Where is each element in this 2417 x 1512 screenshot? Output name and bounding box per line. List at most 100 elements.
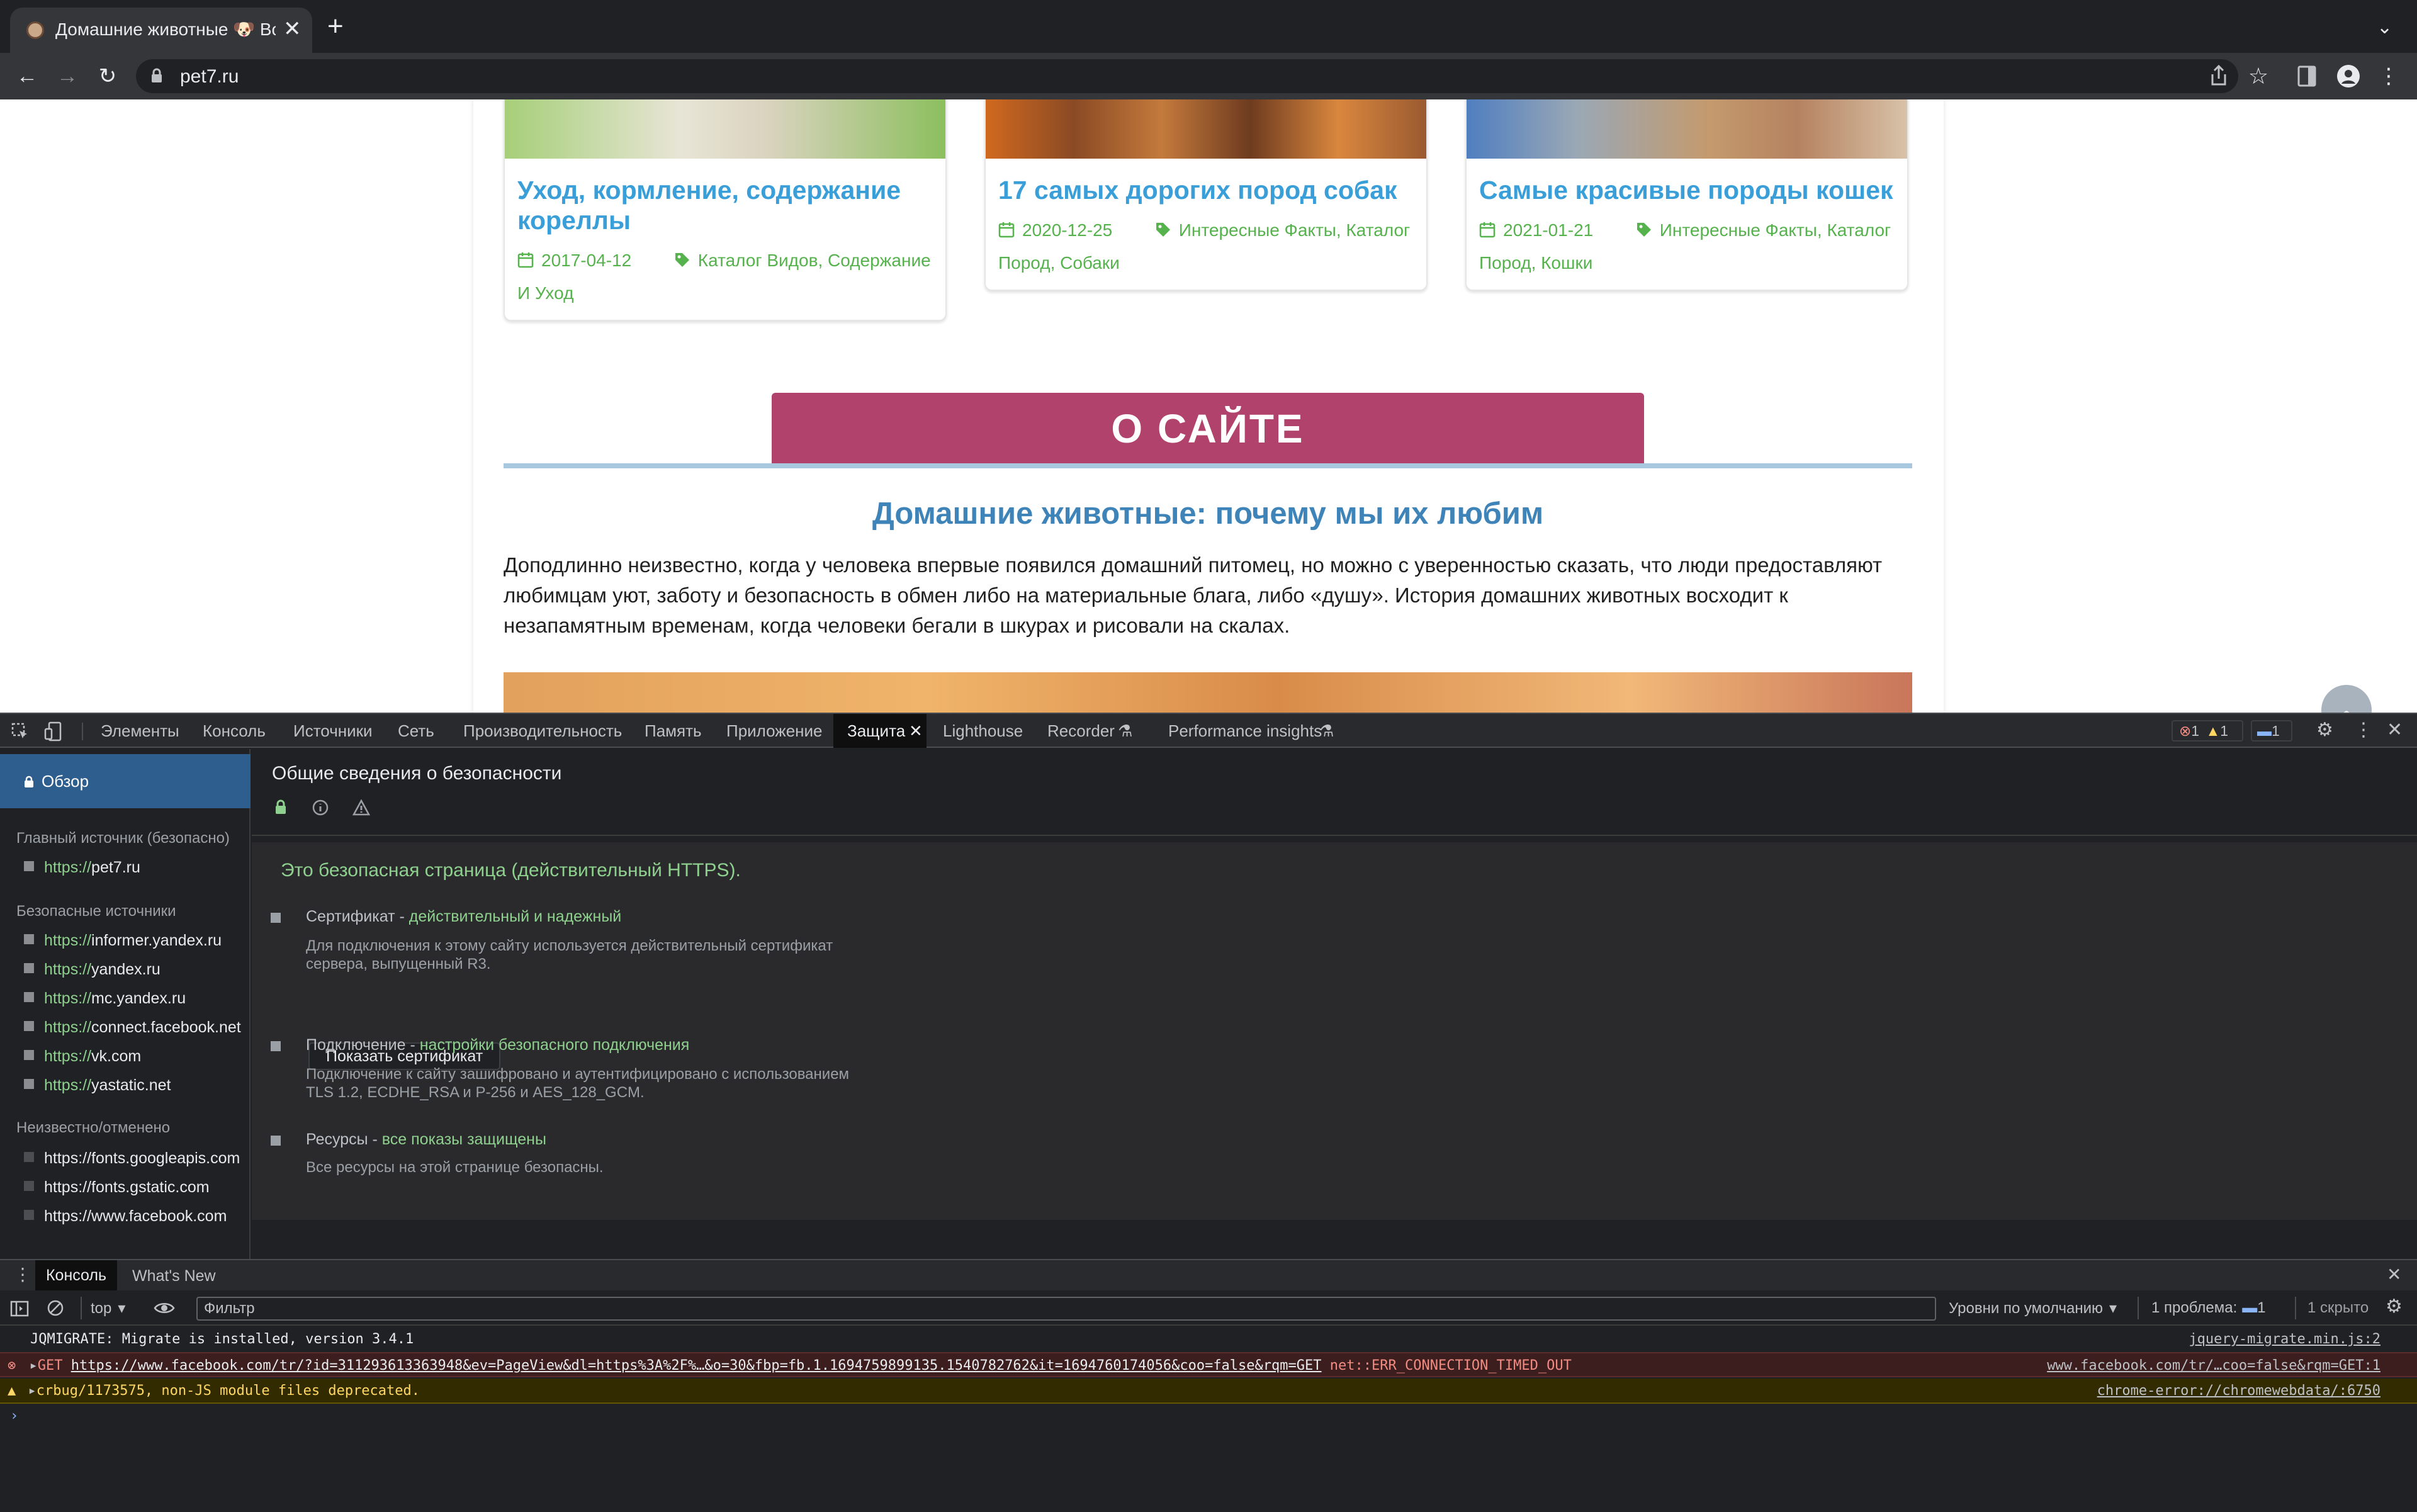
live-expression-eye-icon[interactable] <box>154 1300 175 1316</box>
expand-arrow-icon[interactable]: ▸ <box>30 1358 38 1374</box>
origin-square-icon <box>24 1021 34 1031</box>
close-tab-icon[interactable]: ✕ <box>909 721 923 741</box>
devtools-tab-bar: Элементы Консоль Источники Сеть Производ… <box>0 714 2417 748</box>
tab-performance-insights[interactable]: Performance insights <box>1168 721 1322 741</box>
sidebar-origin-item[interactable]: https://fonts.gstatic.com <box>24 1178 210 1197</box>
sidebar-origin-item[interactable]: https://connect.facebook.net <box>24 1018 241 1037</box>
origin-square-icon <box>24 934 34 944</box>
unknown-origins-heading: Неизвестно/отменено <box>16 1119 171 1136</box>
console-message-warning: ▲ ▸crbug/1173575, non-JS module files de… <box>0 1379 2417 1404</box>
article-thumbnail[interactable] <box>986 99 1426 159</box>
issues-button[interactable]: 1 проблема: ▬1 <box>2151 1299 2266 1317</box>
sidebar-origin-item[interactable]: https://pet7.ru <box>24 859 140 877</box>
tab-security[interactable]: Защита <box>847 721 905 741</box>
devtools-panel: Элементы Консоль Источники Сеть Производ… <box>0 713 2417 1512</box>
menu-kebab-icon[interactable]: ⋮ <box>2373 60 2404 92</box>
sidebar-origin-item[interactable]: https://www.facebook.com <box>24 1207 227 1226</box>
forward-arrow-icon[interactable]: → <box>52 60 83 92</box>
error-icon: ⊗ <box>2179 723 2192 739</box>
close-devtools-icon[interactable]: ✕ <box>2387 719 2403 741</box>
bookmark-star-icon[interactable]: ☆ <box>2243 60 2274 92</box>
scroll-to-top-button[interactable]: ︿ <box>2321 685 2372 713</box>
article-card[interactable]: Уход, кормление, содержание кореллы 2017… <box>504 99 947 321</box>
message-icon: ▬ <box>2242 1299 2258 1316</box>
expand-arrow-icon[interactable]: ▸ <box>28 1383 37 1399</box>
profile-avatar-icon[interactable] <box>2336 64 2360 88</box>
inspect-element-icon[interactable] <box>11 723 29 740</box>
back-arrow-icon[interactable]: ← <box>11 60 43 92</box>
about-image <box>504 672 1912 713</box>
tab-search-chevron-icon[interactable]: ⌄ <box>2377 16 2392 38</box>
share-icon[interactable] <box>2209 64 2228 87</box>
message-source-link[interactable]: www.facebook.com/tr/…coo=false&rqm=GET:1 <box>2047 1353 2380 1376</box>
sidebar-origin-item[interactable]: https://vk.com <box>24 1047 141 1066</box>
lock-icon[interactable] <box>151 68 162 83</box>
console-settings-gear-icon[interactable]: ⚙ <box>2386 1295 2403 1317</box>
security-explanations: Это безопасная страница (действительный … <box>252 842 2417 1220</box>
article-card[interactable]: Самые красивые породы кошек 2021-01-21 И… <box>1465 99 1908 291</box>
messages-counter[interactable]: ▬1 <box>2251 720 2292 742</box>
drawer-tab-console[interactable]: Консоль <box>35 1260 117 1290</box>
new-tab-button[interactable]: + <box>327 13 344 40</box>
message-source-link[interactable]: chrome-error://chromewebdata/:6750 <box>2097 1379 2380 1402</box>
issues-counter[interactable]: ⊗1 ▲1 <box>2172 720 2243 742</box>
tags-icon <box>1637 223 1651 237</box>
origin-square-icon <box>24 963 34 973</box>
context-selector[interactable]: top ▾ <box>91 1299 125 1317</box>
side-panel-icon[interactable] <box>2297 65 2316 87</box>
bullet-square-icon <box>271 1136 281 1146</box>
tab-memory[interactable]: Память <box>645 721 702 741</box>
tab-recorder[interactable]: Recorder <box>1047 721 1115 741</box>
request-url-link[interactable]: https://www.facebook.com/tr/?id=31129361… <box>71 1358 1322 1374</box>
close-tab-icon[interactable]: ✕ <box>283 16 301 42</box>
sidebar-origin-item[interactable]: https://yastatic.net <box>24 1076 171 1095</box>
tab-elements[interactable]: Элементы <box>101 721 179 741</box>
article-title[interactable]: Уход, кормление, содержание кореллы <box>517 175 934 235</box>
reload-icon[interactable]: ↻ <box>92 60 123 92</box>
address-bar[interactable]: pet7.ru <box>136 59 2238 93</box>
console-filter-input[interactable]: Фильтр <box>196 1297 1936 1321</box>
message-source-link[interactable]: jquery-migrate.min.js:2 <box>2189 1327 2380 1352</box>
log-levels-dropdown[interactable]: Уровни по умолчанию ▾ <box>1949 1299 2117 1317</box>
bullet-square-icon <box>271 913 281 923</box>
sidebar-origin-item[interactable]: https://informer.yandex.ru <box>24 932 222 950</box>
browser-tab[interactable]: Домашние животные 🐶 Все о ✕ <box>10 8 312 53</box>
about-section-banner: О САЙТЕ <box>772 393 1644 463</box>
console-prompt[interactable]: › <box>0 1404 2417 1429</box>
settings-gear-icon[interactable]: ⚙ <box>2316 719 2333 741</box>
warning-triangle-icon <box>352 799 370 816</box>
tab-console[interactable]: Консоль <box>203 721 266 741</box>
clear-console-icon[interactable] <box>47 1299 64 1317</box>
sidebar-item-label: Обзор <box>42 772 89 791</box>
article-thumbnail[interactable] <box>1467 99 1907 159</box>
warning-icon: ▲ <box>2206 723 2221 739</box>
calendar-icon <box>1479 222 1496 238</box>
sidebar-toggle-icon[interactable] <box>10 1300 29 1317</box>
tab-network[interactable]: Сеть <box>398 721 434 741</box>
tab-application[interactable]: Приложение <box>726 721 823 741</box>
prompt-chevron-icon: › <box>10 1408 19 1424</box>
drawer-tab-whats-new[interactable]: What's New <box>132 1267 216 1285</box>
calendar-icon <box>517 252 534 268</box>
article-title[interactable]: 17 самых дорогих пород собак <box>998 175 1415 205</box>
customize-kebab-icon[interactable]: ⋮ <box>2354 719 2373 741</box>
article-title[interactable]: Самые красивые породы кошек <box>1479 175 1896 205</box>
article-card[interactable]: 17 самых дорогих пород собак 2020-12-25 … <box>984 99 1428 291</box>
device-toolbar-icon[interactable] <box>44 721 63 742</box>
sidebar-origin-item[interactable]: https://fonts.googleapis.com <box>24 1149 240 1168</box>
secure-origins-heading: Безопасные источники <box>16 903 176 920</box>
article-thumbnail[interactable] <box>505 99 945 159</box>
error-icon: ⊗ <box>8 1358 16 1374</box>
article-date: 2017-04-12 <box>541 251 632 270</box>
sidebar-origin-item[interactable]: https://mc.yandex.ru <box>24 990 186 1008</box>
close-drawer-icon[interactable]: ✕ <box>2387 1264 2401 1285</box>
sidebar-origin-item[interactable]: https://yandex.ru <box>24 961 161 979</box>
sidebar-item-overview[interactable]: Обзор <box>0 754 251 808</box>
message-icon: ▬ <box>2257 723 2272 739</box>
secure-lock-icon <box>276 799 286 814</box>
tab-performance[interactable]: Производительность <box>463 721 622 741</box>
article-meta: 2017-04-12 Каталог Видов, Содержание И У… <box>517 244 934 310</box>
drawer-menu-kebab-icon[interactable]: ⋮ <box>14 1264 31 1285</box>
tab-sources[interactable]: Источники <box>293 721 373 741</box>
tab-lighthouse[interactable]: Lighthouse <box>943 721 1023 741</box>
